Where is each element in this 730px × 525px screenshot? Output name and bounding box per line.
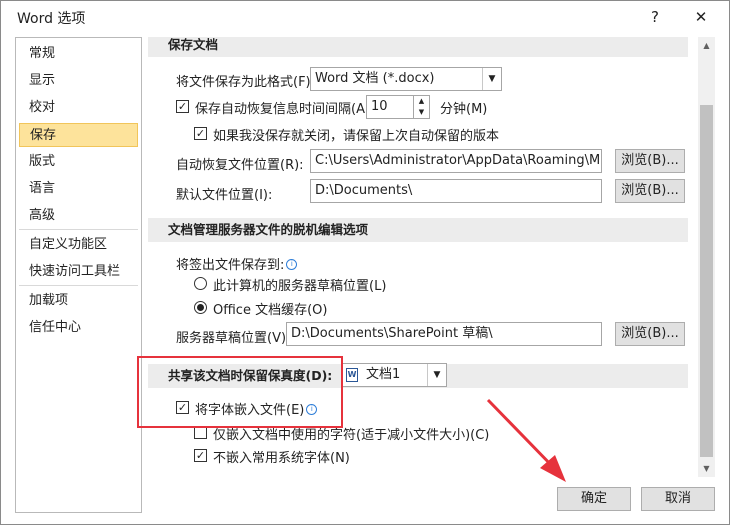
scrollbar-thumb[interactable] (700, 105, 713, 457)
sidebar-divider (19, 229, 138, 230)
autorecover-location-label: 自动恢复文件位置(R): (176, 158, 304, 173)
save-format-label: 将文件保存为此格式(F): (176, 75, 316, 90)
options-sidebar: 常规 显示 校对 保存 版式 语言 高级 自定义功能区 快速访问工具栏 加载项 … (15, 37, 142, 513)
sidebar-item-layout[interactable]: 版式 (19, 150, 138, 174)
minutes-unit-label: 分钟(M) (440, 102, 488, 117)
close-button[interactable]: ✕ (687, 5, 715, 29)
autorecover-label: 保存自动恢复信息时间间隔(A) (195, 102, 371, 117)
chevron-down-icon: ▼ (427, 364, 446, 386)
help-button[interactable]: ? (641, 5, 669, 29)
default-location-label: 默认文件位置(I): (176, 188, 273, 203)
save-format-value: Word 文档 (*.docx) (315, 71, 435, 86)
scroll-up-icon[interactable]: ▲ (698, 37, 715, 54)
radio-office-cache[interactable] (194, 301, 207, 314)
sidebar-item-advanced[interactable]: 高级 (19, 204, 138, 228)
sidebar-item-trust-center[interactable]: 信任中心 (19, 316, 138, 340)
drafts-location-label: 服务器草稿位置(V): (176, 331, 291, 346)
save-format-dropdown[interactable]: Word 文档 (*.docx) ▼ (310, 67, 502, 91)
title-bar: Word 选项 ? ✕ (1, 1, 729, 33)
chevron-down-icon: ▼ (482, 68, 501, 90)
sidebar-item-quick-access-toolbar[interactable]: 快速访问工具栏 (19, 260, 138, 284)
fidelity-document-dropdown[interactable]: W 文档1 ▼ (341, 363, 447, 387)
saveto-label: 将签出文件保存到: i (176, 254, 298, 273)
scroll-down-icon[interactable]: ▼ (698, 460, 715, 477)
browse-default-button[interactable]: 浏览(B)... (615, 179, 685, 203)
keep-last-version-checkbox[interactable]: ✓ (194, 127, 207, 140)
autorecover-minutes-input[interactable]: 10 (366, 95, 414, 119)
highlight-box (137, 356, 343, 428)
sidebar-item-language[interactable]: 语言 (19, 177, 138, 201)
drafts-location-input[interactable]: D:\Documents\SharePoint 草稿\ (286, 322, 602, 346)
minutes-spinner[interactable]: ▲ ▼ (414, 95, 430, 119)
section-header-offline-editing: 文档管理服务器文件的脱机编辑选项 (148, 218, 688, 242)
sidebar-item-general[interactable]: 常规 (19, 42, 138, 66)
sidebar-item-customize-ribbon[interactable]: 自定义功能区 (19, 233, 138, 257)
keep-last-version-label: 如果我没保存就关闭，请保留上次自动保留的版本 (213, 129, 500, 144)
info-icon: i (286, 259, 298, 270)
browse-drafts-button[interactable]: 浏览(B)... (615, 322, 685, 346)
content-scrollbar[interactable]: ▲ ▼ (698, 37, 715, 477)
sidebar-item-display[interactable]: 显示 (19, 69, 138, 93)
fidelity-document-value: 文档1 (366, 367, 401, 382)
sidebar-item-addins[interactable]: 加载项 (19, 289, 138, 313)
sidebar-item-save[interactable]: 保存 (19, 123, 138, 147)
autorecover-location-input[interactable]: C:\Users\Administrator\AppData\Roaming\M… (310, 149, 602, 173)
word-options-dialog: Word 选项 ? ✕ 常规 显示 校对 保存 版式 语言 高级 自定义功能区 … (0, 0, 730, 525)
autorecover-checkbox[interactable]: ✓ (176, 100, 189, 113)
word-document-icon: W (346, 368, 358, 382)
sidebar-item-proofing[interactable]: 校对 (19, 96, 138, 120)
default-location-input[interactable]: D:\Documents\ (310, 179, 602, 203)
radio-server-drafts-label: 此计算机的服务器草稿位置(L) (213, 279, 387, 294)
no-common-fonts-label: 不嵌入常用系统字体(N) (213, 451, 350, 466)
browse-autorecover-button[interactable]: 浏览(B)... (615, 149, 685, 173)
no-common-fonts-checkbox[interactable]: ✓ (194, 449, 207, 462)
radio-server-drafts[interactable] (194, 277, 207, 290)
sidebar-divider (19, 285, 138, 286)
radio-office-cache-label: Office 文档缓存(O) (213, 303, 328, 318)
ok-button[interactable]: 确定 (557, 487, 631, 511)
cancel-button[interactable]: 取消 (641, 487, 715, 511)
section-header-save-documents: 保存文档 (148, 37, 688, 57)
window-title: Word 选项 (17, 11, 86, 27)
